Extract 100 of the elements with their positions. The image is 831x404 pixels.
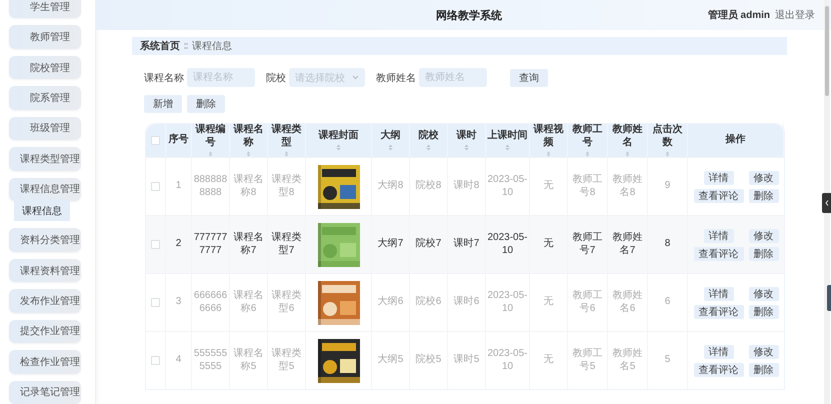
checkbox[interactable] — [151, 136, 160, 145]
table-cell: 大纲6 — [378, 296, 404, 309]
chevron-down-icon — [352, 75, 359, 80]
row-action-button[interactable]: 修改 — [748, 344, 778, 358]
row-action-button[interactable]: 查看评论 — [694, 188, 744, 202]
sort-icon[interactable] — [505, 144, 510, 152]
table-cell: 8 — [664, 238, 670, 251]
breadcrumb-link[interactable]: 课程信息 — [192, 39, 232, 53]
sidebar-item[interactable]: 资料分类管理 — [9, 228, 81, 252]
column-header: 课程封面 — [318, 130, 358, 142]
column-header: 上课时间 — [488, 130, 528, 142]
sidebar-subitem[interactable]: 课程信息 — [14, 200, 70, 222]
column-header: 教师工号 — [571, 124, 604, 149]
sidebar-item[interactable]: 记录笔记管理 — [9, 380, 81, 404]
table-cell: 大纲5 — [378, 354, 404, 367]
sort-icon[interactable] — [546, 151, 551, 157]
table-cell-text: 课程名称8 — [232, 174, 264, 199]
row-action-button[interactable]: 查看评论 — [694, 362, 744, 376]
checkbox[interactable] — [151, 182, 160, 191]
sidebar-item[interactable]: 课程信息管理 — [9, 178, 81, 201]
row-action-button[interactable]: 删除 — [748, 304, 778, 318]
column-header: 课程类型 — [270, 124, 302, 149]
row-action-button[interactable]: 修改 — [748, 286, 778, 300]
table-cell-text: 课程类型8 — [270, 174, 302, 199]
table-cell: 无 — [544, 238, 554, 251]
table-cell-text: 教师姓名6 — [612, 290, 644, 315]
table-cell: 4 — [176, 354, 182, 367]
collapse-tab[interactable] — [822, 193, 831, 213]
table-cell: 无 — [544, 354, 554, 367]
table-cell: 课时5 — [454, 354, 480, 367]
search-button[interactable]: 查询 — [510, 68, 548, 86]
table-cell-text: 教师姓名5 — [612, 348, 644, 373]
table-cell: 院校5 — [416, 354, 442, 367]
column-header: 院校 — [418, 130, 438, 142]
sidebar-item[interactable]: 院系管理 — [9, 86, 81, 110]
sort-icon[interactable] — [585, 151, 590, 157]
logout-link[interactable]: 退出登录 — [775, 8, 815, 22]
action-button[interactable]: 新增 — [144, 95, 182, 113]
action-button[interactable]: 删除 — [187, 95, 225, 113]
checkbox[interactable] — [151, 356, 160, 365]
table-cell: 5555555555 — [193, 348, 228, 373]
table-cell: 大纲7 — [378, 238, 404, 251]
checkbox[interactable] — [151, 240, 160, 249]
sidebar-item[interactable]: 检查作业管理 — [9, 350, 81, 374]
sidebar-item[interactable]: 学生管理 — [9, 0, 81, 18]
table-cell-text: 课程名称7 — [232, 232, 264, 257]
table-cell: 课时7 — [454, 238, 480, 251]
sidebar-item[interactable]: 院校管理 — [9, 56, 81, 80]
floating-tab[interactable] — [827, 285, 831, 311]
row-action-button[interactable]: 删除 — [748, 246, 778, 260]
row-action-button[interactable]: 详情 — [704, 286, 734, 300]
table-cell-text: 教师姓名7 — [612, 232, 644, 257]
table-cell-text: 课程类型5 — [270, 348, 302, 373]
column-header: 课时 — [456, 130, 476, 142]
table-cell: 无 — [544, 180, 554, 193]
sidebar-item[interactable]: 课程类型管理 — [9, 147, 81, 171]
row-action-button[interactable]: 查看评论 — [694, 304, 744, 318]
scrollbar[interactable] — [824, 0, 830, 404]
row-action-button[interactable]: 详情 — [704, 170, 734, 184]
column-header: 序号 — [168, 134, 188, 147]
table-cell: 2 — [176, 238, 182, 251]
row-action-button[interactable]: 修改 — [748, 228, 778, 242]
sidebar-item[interactable]: 课程资料管理 — [9, 258, 81, 282]
sidebar-item[interactable]: 发布作业管理 — [9, 289, 81, 313]
table-cell-text: 课程类型7 — [270, 232, 302, 257]
sort-icon[interactable] — [625, 151, 630, 157]
table-cell: 院校8 — [416, 180, 442, 193]
table-cell: 课时6 — [454, 296, 480, 309]
table-cell-text: 教师工号5 — [572, 348, 604, 373]
sidebar-item[interactable]: 班级管理 — [9, 116, 81, 140]
sort-icon[interactable] — [388, 144, 393, 152]
row-action-button[interactable]: 删除 — [748, 188, 778, 202]
checkbox[interactable] — [151, 298, 160, 307]
table-cell: 2023-05-10 — [487, 348, 528, 373]
sort-icon[interactable] — [336, 144, 341, 152]
row-action-button[interactable]: 删除 — [748, 362, 778, 376]
sort-icon[interactable] — [246, 151, 251, 157]
app-title: 网络教学系统 — [436, 8, 502, 22]
field-label: 课程名称 — [144, 72, 184, 84]
breadcrumb-link[interactable]: 系统首页 — [140, 39, 180, 53]
sidebar-item[interactable]: 教师管理 — [9, 25, 81, 49]
row-action-button[interactable]: 详情 — [704, 228, 734, 242]
sidebar-item[interactable]: 提交作业管理 — [9, 320, 81, 344]
row-action-button[interactable]: 查看评论 — [694, 246, 744, 260]
table-cell: 5 — [664, 354, 670, 367]
sort-icon[interactable] — [426, 144, 431, 152]
sort-icon[interactable] — [665, 151, 670, 157]
table-cell: 2023-05-10 — [487, 174, 528, 199]
row-action-button[interactable]: 详情 — [704, 344, 734, 358]
sort-icon[interactable] — [208, 151, 213, 157]
table-cell-text: 课程名称5 — [232, 348, 264, 373]
table-cell: 9 — [664, 180, 670, 193]
column-header: 课程视频 — [532, 124, 564, 149]
sort-icon[interactable] — [464, 144, 469, 152]
row-action-button[interactable]: 修改 — [748, 170, 778, 184]
table-cell: 大纲8 — [378, 180, 404, 193]
table-cell-text: 教师工号7 — [572, 232, 604, 257]
table-cell: 2023-05-10 — [487, 290, 528, 315]
sort-icon[interactable] — [284, 151, 289, 157]
table-cell: 院校6 — [416, 296, 442, 309]
